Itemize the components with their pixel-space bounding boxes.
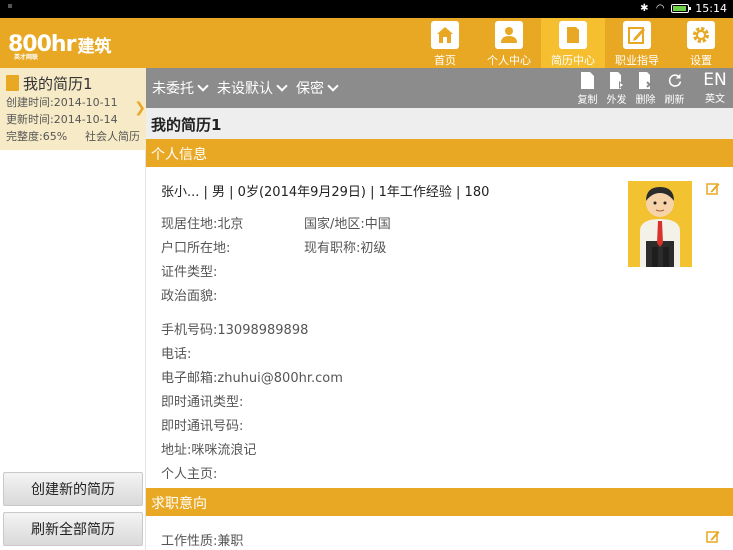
battery-icon xyxy=(671,4,692,13)
residence-field: 现居住地:北京 xyxy=(161,216,244,232)
resume-meta: 完整度:65% 社会人简历 xyxy=(6,128,140,145)
status-bar: ✱ ◠ 15:14 xyxy=(0,0,733,18)
nav-label: 个人中心 xyxy=(487,54,531,67)
im-number-field: 即时通讯号码: xyxy=(161,418,244,434)
resume-card-title-text: 我的简历1 xyxy=(23,74,93,93)
contact-fields: 手机号码:13098989898 电话: 电子邮箱:zhuhui@800hr.c… xyxy=(161,316,718,484)
clock: 15:14 xyxy=(695,2,727,15)
resume-card-title: 我的简历1 xyxy=(6,72,140,94)
resume-actions: 复制 外发 删除 刷新 EN 英文 xyxy=(573,68,733,108)
edit-personal-info-button[interactable] xyxy=(706,181,720,195)
job-type-field: 工作性质:兼职 xyxy=(161,534,244,549)
political-field: 政治面貌: xyxy=(161,288,218,304)
field-row: 政治面貌: xyxy=(161,282,718,306)
send-icon xyxy=(609,71,624,89)
copy-label: 复制 xyxy=(577,95,598,106)
email-field: 电子邮箱:zhuhui@800hr.com xyxy=(161,370,343,386)
main-nav: 首页 个人中心 简历中心 职业指导 设置 xyxy=(413,18,733,68)
resume-icon xyxy=(6,75,19,91)
edit-icon xyxy=(706,183,720,195)
nav-home[interactable]: 首页 xyxy=(413,18,477,68)
resume-created: 创建时间:2014-10-11 xyxy=(6,96,118,109)
home-icon xyxy=(431,21,459,49)
edit-icon xyxy=(706,531,720,543)
job-intent-section: 工作性质:兼职 xyxy=(146,516,733,550)
language-toggle[interactable]: EN 英文 xyxy=(697,68,733,108)
privacy-dropdown-label: 保密 xyxy=(296,81,324,97)
nav-settings[interactable]: 设置 xyxy=(669,18,733,68)
resume-content: 我的简历1 个人信息 张小... | 男 | 0岁(2014年9月29日) | … xyxy=(146,108,733,550)
homepage-field: 个人主页: xyxy=(161,466,218,482)
resume-heading: 我的简历1 xyxy=(146,108,733,139)
logo-mark: 800hr 英才网联 xyxy=(8,32,76,61)
nav-label: 设置 xyxy=(690,54,712,67)
person-icon xyxy=(495,21,523,49)
chevron-down-icon xyxy=(276,80,288,92)
logo[interactable]: 800hr 英才网联 建筑 xyxy=(8,26,111,62)
gear-icon xyxy=(687,21,715,49)
language-code: EN xyxy=(703,70,727,90)
resume-sidebar: 我的简历1 创建时间:2014-10-11 更新时间:2014-10-14 完整… xyxy=(0,68,146,550)
im-type-field: 即时通讯类型: xyxy=(161,394,244,410)
entrust-dropdown[interactable]: 未委托 xyxy=(152,78,209,98)
avatar[interactable] xyxy=(628,181,692,267)
job-intent-header: 求职意向 xyxy=(146,488,733,516)
address-field: 地址:咪咪流浪记 xyxy=(161,442,257,458)
edit-icon xyxy=(623,21,651,49)
document-icon xyxy=(559,21,587,49)
copy-icon xyxy=(581,71,595,89)
personal-info-section: 张小... | 男 | 0岁(2014年9月29日) | 1年工作经验 | 18… xyxy=(146,167,733,488)
resume-card[interactable]: 我的简历1 创建时间:2014-10-11 更新时间:2014-10-14 完整… xyxy=(0,68,146,150)
chevron-down-icon xyxy=(327,80,339,92)
id-type-field: 证件类型: xyxy=(161,264,218,280)
logo-subtext: 英才网联 xyxy=(14,53,39,61)
nav-label: 职业指导 xyxy=(615,54,659,67)
nav-label: 首页 xyxy=(434,54,456,67)
logo-text: 建筑 xyxy=(77,36,112,57)
resume-updated: 更新时间:2014-10-14 xyxy=(6,113,118,126)
chevron-down-icon xyxy=(197,80,209,92)
personal-info-header: 个人信息 xyxy=(146,139,733,167)
mobile-field: 手机号码:13098989898 xyxy=(161,322,309,338)
nav-resume-center[interactable]: 简历中心 xyxy=(541,18,605,68)
default-dropdown-label: 未设默认 xyxy=(217,81,273,97)
default-dropdown[interactable]: 未设默认 xyxy=(217,78,288,98)
bluetooth-icon: ✱ xyxy=(640,3,649,14)
create-resume-button[interactable]: 创建新的简历 xyxy=(3,472,143,506)
hukou-field: 户口所在地: xyxy=(161,240,231,256)
delete-icon xyxy=(638,71,653,89)
nav-personal-center[interactable]: 个人中心 xyxy=(477,18,541,68)
delete-button[interactable]: 删除 xyxy=(631,68,660,108)
entrust-dropdown-label: 未委托 xyxy=(152,81,194,97)
delete-label: 删除 xyxy=(635,95,656,106)
resume-type: 社会人简历 xyxy=(85,130,140,143)
wifi-icon: ◠ xyxy=(655,3,665,14)
resume-completeness: 完整度:65% xyxy=(6,130,68,143)
send-button[interactable]: 外发 xyxy=(602,68,631,108)
country-field: 国家/地区:中国 xyxy=(304,216,391,232)
privacy-dropdown[interactable]: 保密 xyxy=(296,78,339,98)
refresh-icon xyxy=(668,71,682,89)
app-header: 800hr 英才网联 建筑 首页 个人中心 简历中心 职业指导 设置 xyxy=(0,18,733,68)
nav-career-guidance[interactable]: 职业指导 xyxy=(605,18,669,68)
notification-icon xyxy=(8,4,12,8)
phone-field: 电话: xyxy=(161,346,192,362)
resume-filters: 未委托 未设默认 保密 xyxy=(152,68,339,108)
refresh-button[interactable]: 刷新 xyxy=(660,68,689,108)
title-level-field: 现有职称:初级 xyxy=(304,240,387,256)
battery-fill xyxy=(673,6,686,11)
resume-toolbar: 未委托 未设默认 保密 复制 外发 删除 刷新 EN 英文 xyxy=(146,68,733,108)
refresh-all-resumes-button[interactable]: 刷新全部简历 xyxy=(3,512,143,546)
edit-job-intent-button[interactable] xyxy=(706,530,720,544)
send-label: 外发 xyxy=(606,95,627,106)
language-label: 英文 xyxy=(705,94,725,105)
refresh-label: 刷新 xyxy=(664,95,685,106)
copy-button[interactable]: 复制 xyxy=(573,68,602,108)
nav-label: 简历中心 xyxy=(551,54,595,67)
status-icons: ✱ ◠ 15:14 xyxy=(639,2,727,15)
chevron-right-icon: ❯ xyxy=(134,100,146,116)
